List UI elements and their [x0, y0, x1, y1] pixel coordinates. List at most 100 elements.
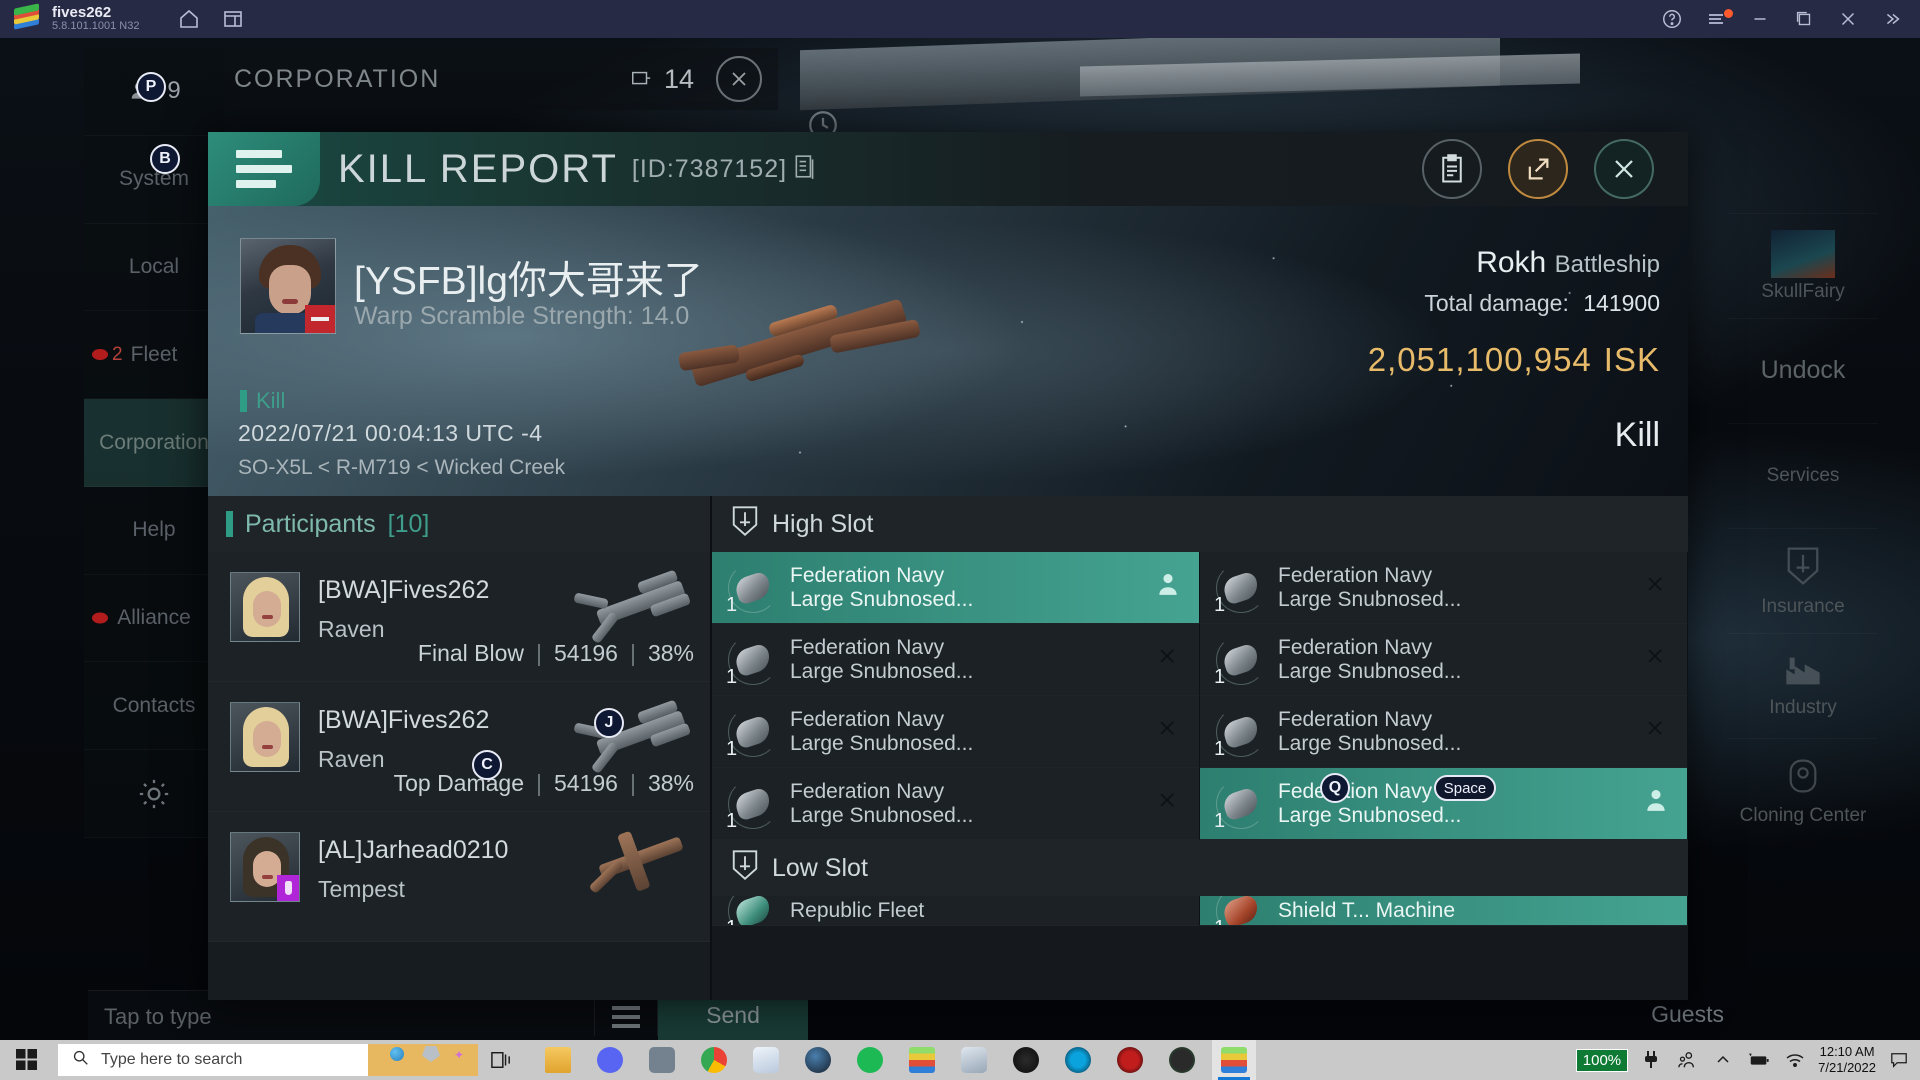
module-cell[interactable]: 1 Republic Fleet: [712, 896, 1200, 926]
task-view-icon[interactable]: [478, 1040, 524, 1080]
home-icon[interactable]: [167, 0, 211, 38]
sidebar-item-label: Fleet: [130, 342, 178, 366]
sidebar-item-fleet[interactable]: 2 Fleet: [84, 311, 224, 400]
sidebar-item-undock[interactable]: Undock: [1728, 318, 1878, 423]
close-icon[interactable]: [1826, 0, 1870, 38]
close-icon[interactable]: [1155, 716, 1179, 747]
sidebar-item-player[interactable]: SkullFairy: [1728, 213, 1878, 318]
taskbar-app-bluestacks-active[interactable]: [1212, 1040, 1256, 1080]
person-icon[interactable]: [1645, 787, 1667, 820]
chat-input[interactable]: Tap to type: [104, 1004, 212, 1030]
module-qty: 1: [726, 917, 737, 926]
table-row[interactable]: [BWA]Fives262 Raven Final Blow | 54196 |…: [208, 552, 710, 682]
taskbar-app-notepad[interactable]: [744, 1040, 788, 1080]
copy-icon[interactable]: [793, 154, 817, 185]
taskbar-app-discord[interactable]: [588, 1040, 632, 1080]
close-button[interactable]: [1594, 139, 1654, 199]
kill-report-menu-button[interactable]: [208, 132, 320, 206]
close-icon[interactable]: [1643, 644, 1667, 675]
high-slot-label: High Slot: [772, 509, 874, 538]
clipboard-icon: [1442, 154, 1462, 183]
key-hint-space: Space: [1434, 775, 1496, 801]
table-row[interactable]: [AL]Jarhead0210 Tempest: [208, 812, 710, 942]
module-cell[interactable]: 1 Federation Navy Large Snubnosed...: [712, 552, 1200, 624]
avatar: [230, 702, 300, 772]
collapse-icon[interactable]: [1870, 0, 1914, 38]
search-input[interactable]: Type here to search ✦: [58, 1044, 478, 1076]
taskbar-app-speedtest[interactable]: [1004, 1040, 1048, 1080]
minimize-icon[interactable]: [1738, 0, 1782, 38]
isk-amount: 2,051,100,954: [1367, 341, 1592, 378]
clipboard-button[interactable]: [1422, 139, 1482, 199]
corporation-window-close-button[interactable]: [716, 56, 762, 102]
sidebar-item-contacts[interactable]: Contacts: [84, 662, 224, 751]
taskbar-app-calculator[interactable]: [640, 1040, 684, 1080]
taskbar-app-file-explorer[interactable]: [536, 1040, 580, 1080]
sidebar-item-services[interactable]: Services: [1728, 423, 1878, 528]
module-cell[interactable]: 1 Federation Navy Large Snubnosed...: [712, 696, 1200, 768]
unread-dot-icon: [92, 349, 108, 361]
search-placeholder: Type here to search: [101, 1051, 243, 1068]
maximize-icon[interactable]: [1782, 0, 1826, 38]
sidebar-item-local[interactable]: Local: [84, 223, 224, 312]
android-screen: CORPORATION 14 9 System Local 2 Fleet Co…: [0, 38, 1920, 1040]
kill-report-id: [ID:7387152]: [631, 154, 788, 183]
victim-ship-name: Rokh: [1476, 246, 1547, 279]
module-qty: 1: [1214, 917, 1225, 926]
wifi-icon[interactable]: [1782, 1045, 1808, 1075]
screen-root: fives262 5.8.101.1001 N32 CORPORATION 14…: [0, 0, 1920, 1080]
menu-icon[interactable]: [1694, 0, 1738, 38]
close-icon[interactable]: [1643, 716, 1667, 747]
battery-icon[interactable]: [1746, 1045, 1772, 1075]
module-name: Federation Navy Large Snubnosed...: [1278, 635, 1462, 683]
participant-percent: 38%: [647, 640, 694, 666]
task-manager-icon: [961, 1047, 987, 1073]
module-cell[interactable]: 1 Federation Navy Large Snubnosed...: [1200, 624, 1688, 696]
taskbar-app-red-app[interactable]: [1108, 1040, 1152, 1080]
module-qty: 1: [1214, 737, 1226, 760]
module-qty: 1: [1214, 665, 1226, 688]
close-icon[interactable]: [1155, 788, 1179, 819]
taskbar-app-chrome[interactable]: [692, 1040, 736, 1080]
close-icon[interactable]: [1155, 644, 1179, 675]
sidebar-item-alliance[interactable]: Alliance: [84, 574, 224, 663]
share-button[interactable]: [1508, 139, 1568, 199]
taskbar-app-bluestacks[interactable]: [900, 1040, 944, 1080]
module-cell[interactable]: 1 Federation Navy Large Snubnosed...: [1200, 696, 1688, 768]
sidebar-item-label: Contacts: [112, 693, 196, 717]
table-row[interactable]: [BWA]Fives262 Raven Top Damage | 54196 |…: [208, 682, 710, 812]
kill-timestamp: 2022/07/21 00:04:13 UTC -4: [238, 420, 543, 446]
windows-start-icon[interactable]: [0, 1040, 54, 1080]
module-cell[interactable]: 1 Federation Navy Large Snubnosed...: [712, 768, 1200, 840]
notification-icon[interactable]: [1886, 1045, 1912, 1075]
sidebar-item-label: Local: [128, 254, 180, 278]
sidebar-item-help[interactable]: Help: [84, 486, 224, 575]
sidebar-item-cloning-center[interactable]: Cloning Center: [1728, 738, 1878, 843]
taskbar-app-utorrent[interactable]: [1160, 1040, 1204, 1080]
chevron-up-icon[interactable]: [1710, 1045, 1736, 1075]
close-icon[interactable]: [1643, 572, 1667, 603]
multi-instance-icon[interactable]: [211, 0, 255, 38]
instance-info: fives262 5.8.101.1001 N32: [52, 5, 139, 32]
sidebar-item-industry[interactable]: Industry: [1728, 633, 1878, 738]
taskbar-app-spotify[interactable]: [848, 1040, 892, 1080]
sidebar-item-corporation[interactable]: Corporation: [84, 399, 224, 487]
search-icon: [72, 1049, 89, 1071]
taskbar-app-c-app[interactable]: [1056, 1040, 1100, 1080]
battery-percent-badge: 100%: [1575, 1048, 1629, 1072]
taskbar-app-steam[interactable]: [796, 1040, 840, 1080]
person-icon[interactable]: [1157, 571, 1179, 604]
clock[interactable]: 12:10 AM 7/21/2022: [1818, 1044, 1876, 1077]
module-cell[interactable]: 1 Federation Navy Large Snubnosed...: [1200, 552, 1688, 624]
chat-menu-button[interactable]: [594, 997, 658, 1036]
sidebar-item-insurance[interactable]: Insurance: [1728, 528, 1878, 633]
sidebar-item-settings[interactable]: [84, 750, 224, 839]
help-icon[interactable]: [1650, 0, 1694, 38]
plug-icon[interactable]: [1638, 1045, 1664, 1075]
module-cell[interactable]: 1 Shield T... Machine: [1200, 896, 1688, 926]
taskbar-app-task-manager[interactable]: [952, 1040, 996, 1080]
guests-label[interactable]: Guests: [1651, 1001, 1724, 1028]
module-cell[interactable]: 1 Federation Navy Large Snubnosed...: [712, 624, 1200, 696]
low-slot-grid: 1 Republic Fleet 1 Shield T... Machine: [712, 896, 1688, 926]
people-icon[interactable]: [1674, 1045, 1700, 1075]
